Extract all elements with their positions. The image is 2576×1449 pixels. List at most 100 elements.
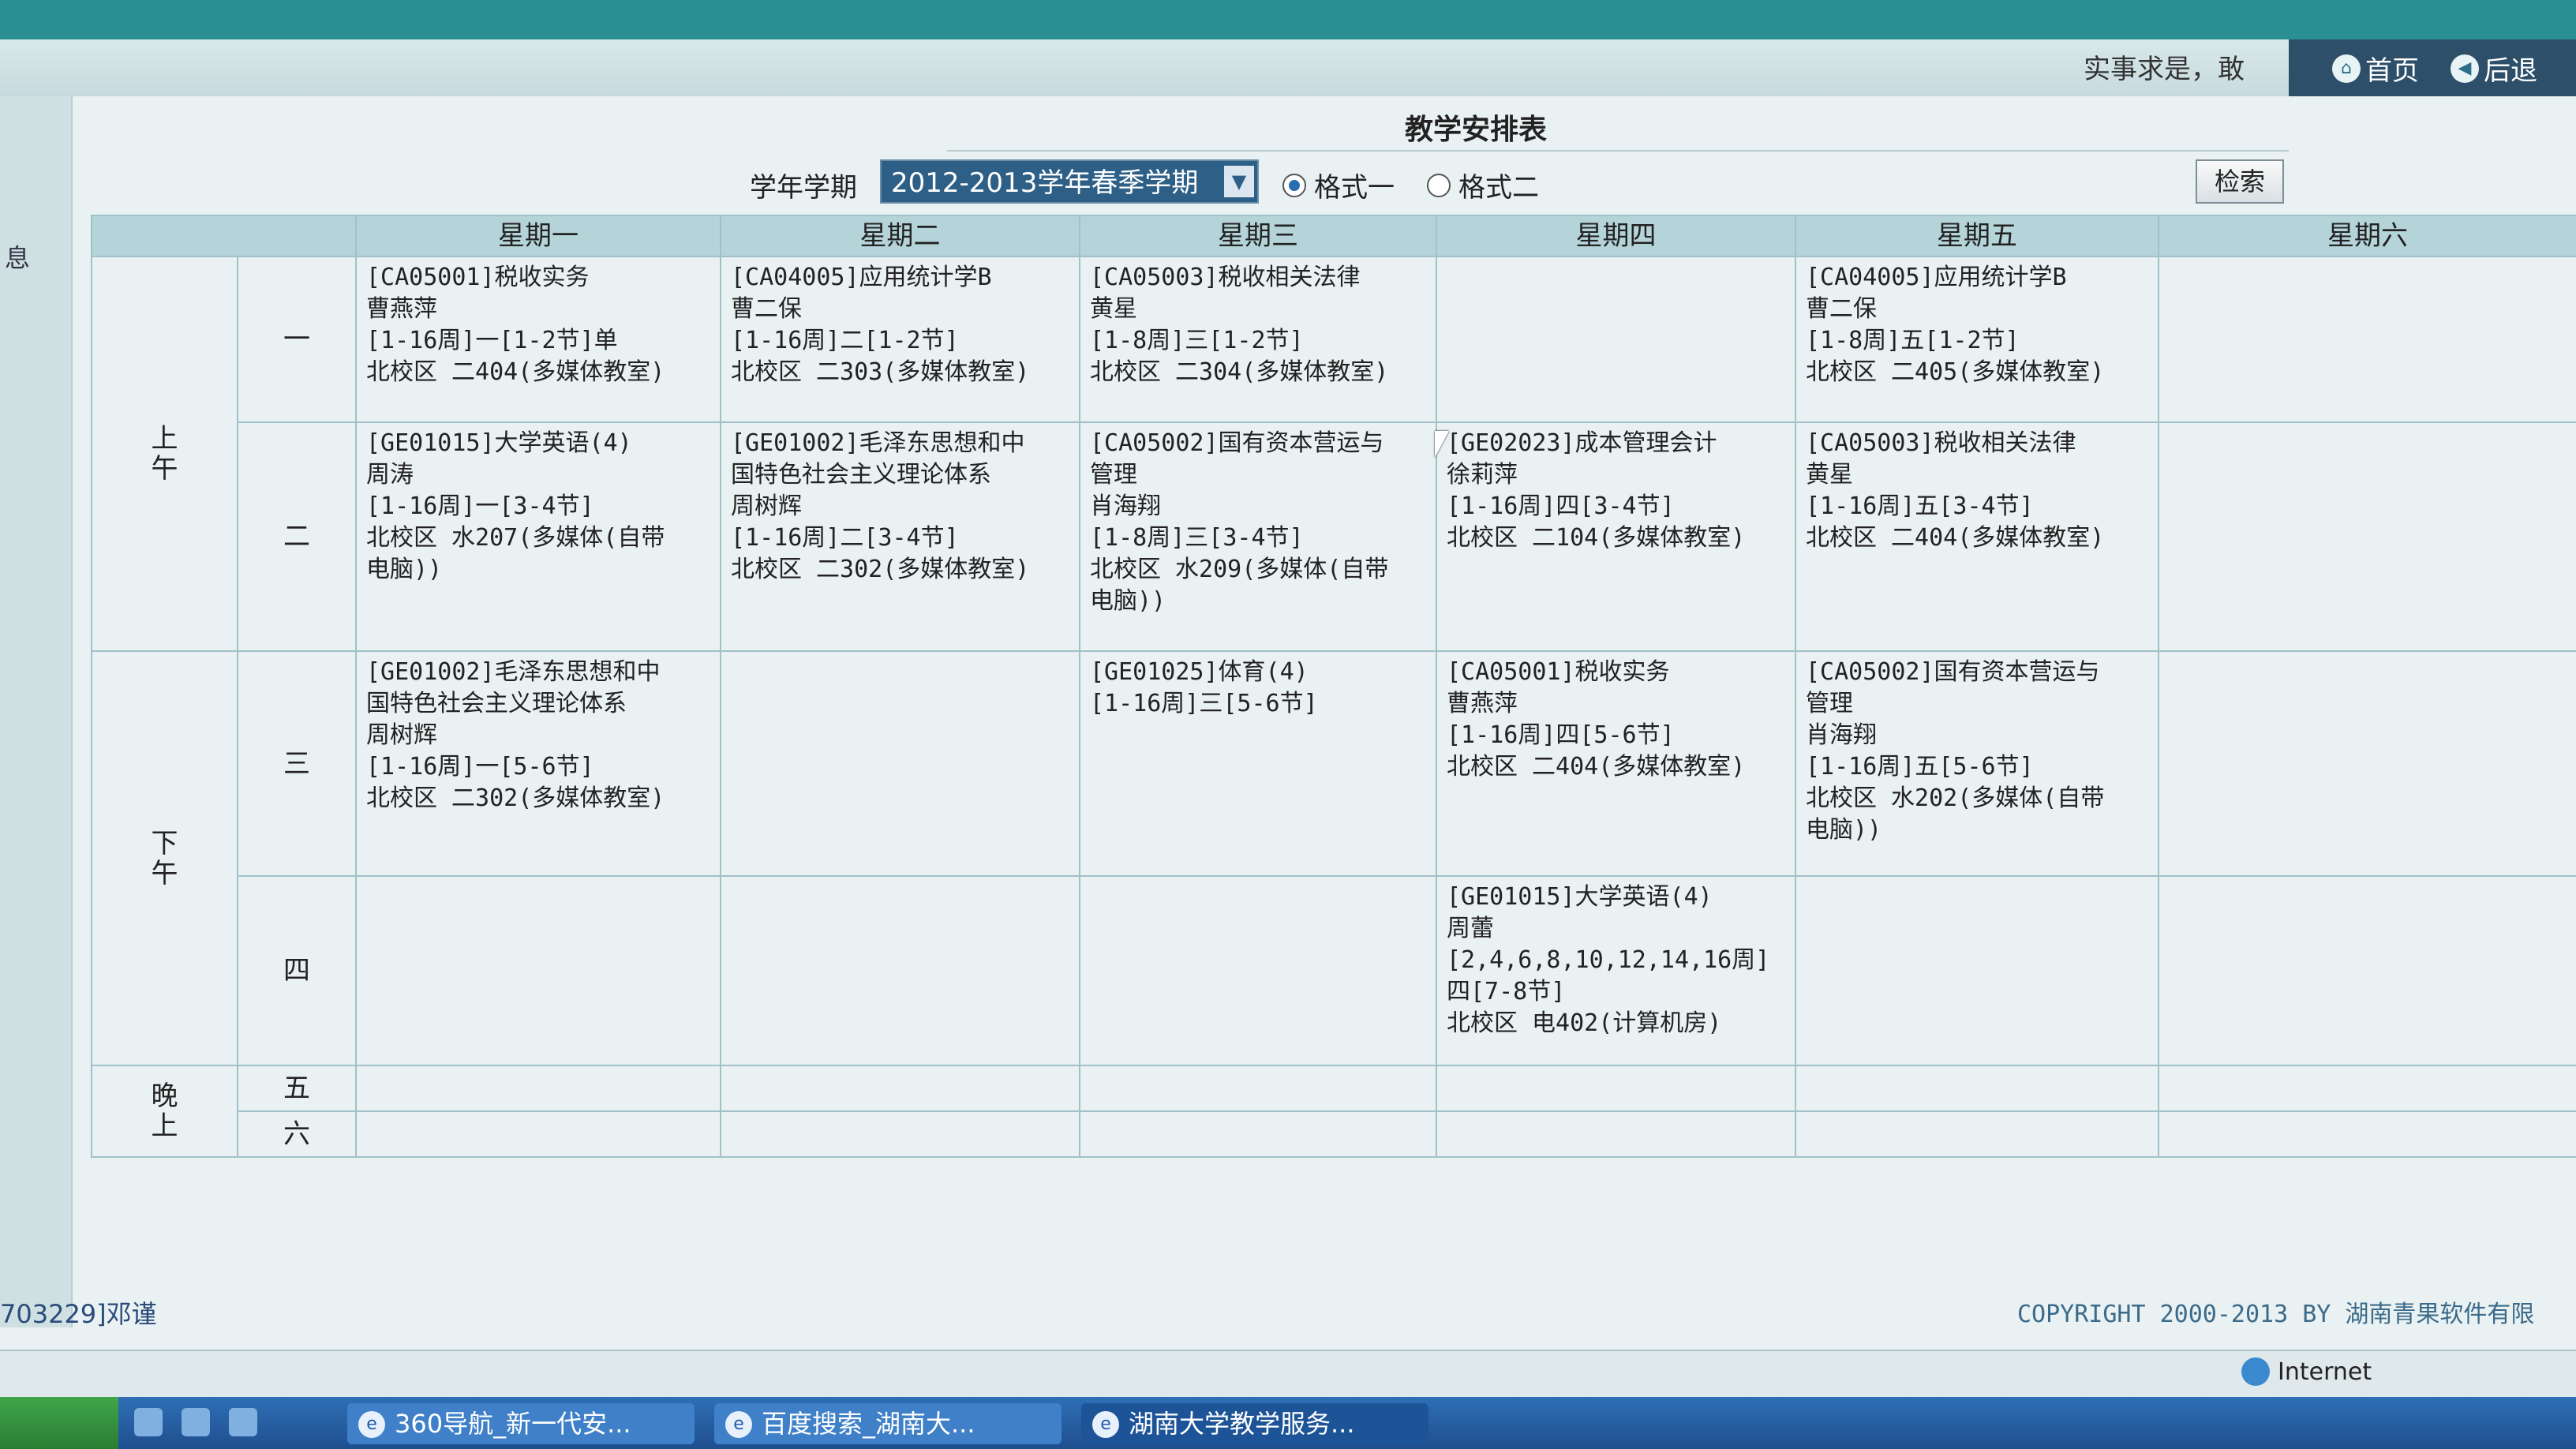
course-cell-line: 曹二保 [1806,295,1877,323]
start-button[interactable] [0,1397,118,1449]
course-cell-line: 北校区 电402(计算机房) [1447,1009,1722,1037]
course-cell: [GE01002]毛泽东思想和中 国特色社会主义理论体系 周树辉 [1-16周]一[5… [355,650,721,877]
course-cell-line: [1-16周]二[3-4节] [731,524,959,552]
course-cell-line: 周树辉 [366,721,437,749]
quicklaunch-icon[interactable] [134,1408,163,1436]
course-cell-line: 北校区 水207(多媒体(自带 [366,524,665,552]
empty-cell [720,1110,1080,1158]
empty-cell [355,875,721,1066]
back-button[interactable]: ◀ 后退 [2451,49,2537,88]
course-cell-line: 北校区 二304(多媒体教室) [1090,358,1389,386]
day-header: 星期五 [1795,215,2159,257]
course-cell: [CA04005]应用统计学B 曹二保 [1-8周]五[1-2节] 北校区 二405(… [1795,256,2159,423]
course-cell-line: [GE01002]毛泽东思想和中 [366,658,661,686]
empty-cell [720,650,1080,877]
taskbar-item-label: 百度搜索_湖南大... [762,1409,975,1439]
empty-cell [1079,875,1437,1066]
course-cell-line: 北校区 二303(多媒体教室) [731,358,1030,386]
empty-cell [2158,875,2576,1066]
radio-selected-icon [1282,173,1306,197]
taskbar-item[interactable]: e 百度搜索_湖南大... [714,1403,1061,1444]
quicklaunch-icon[interactable] [229,1408,257,1436]
empty-cell [1079,1110,1437,1158]
course-cell-line: [1-16周]四[5-6节] [1447,721,1675,749]
course-cell-line: 北校区 二104(多媒体教室) [1447,524,1746,552]
schedule-row: 下午三 [GE01002]毛泽东思想和中 国特色社会主义理论体系 周树辉 [1-16周]… [91,650,2576,1066]
course-cell-line: [1-16周]二[1-2节] [731,327,959,354]
period-number: 四 [237,875,357,1066]
format2-label: 格式二 [1458,172,1539,204]
course-cell: [GE01002]毛泽东思想和中 国特色社会主义理论体系 周树辉 [1-16周]二[3… [720,421,1080,652]
course-cell-line: 周树辉 [731,492,802,520]
empty-cell [1436,1065,1796,1112]
home-icon: ⌂ [2332,54,2361,83]
period-number: 五 [237,1065,357,1112]
format2-radio[interactable]: 格式二 [1427,166,1539,204]
home-button[interactable]: ⌂ 首页 [2332,49,2419,88]
course-cell-line: [GE01015]大学英语(4) [1447,883,1713,911]
course-cell-line: [CA05001]税收实务 [1447,658,1670,686]
empty-cell [2158,256,2576,423]
period-number: 二 [237,421,357,652]
sidebar-fragment: 息 [5,243,31,273]
empty-cell [1795,1065,2159,1112]
course-cell-line: 北校区 水209(多媒体(自带 [1090,556,1389,583]
quicklaunch-icon[interactable] [182,1408,210,1436]
search-button[interactable]: 检索 [2196,159,2284,204]
user-status: 703229]邓谨 [0,1299,157,1329]
schedule-row: 晚上五 [91,1065,2576,1158]
empty-cell [2158,1065,2576,1112]
schedule-table: 星期一 星期二 星期三 星期四 星期五 星期六 上午一 [CA05001]税收实务… [91,215,2576,1158]
course-cell-line: 北校区 水202(多媒体(自带 [1806,784,2105,812]
course-cell-line: [1-16周]一[1-2节]单 [366,327,618,354]
course-cell-line: [1-8周]三[1-2节] [1090,327,1304,354]
ie-icon: e [1092,1411,1119,1438]
course-cell-line: 黄星 [1806,461,1853,489]
taskbar: e 360导航_新一代安... e 百度搜索_湖南大... e 湖南大学教学服务… [0,1397,2576,1449]
school-motto: 实事求是，敢 [2084,54,2245,85]
security-zone: Internet [2241,1357,2372,1386]
course-cell-line: 周蕾 [1447,915,1494,942]
course-cell: [CA05001]税收实务 曹燕萍 [1-16周]四[5-6节] 北校区 二404(多… [1436,650,1796,877]
course-cell-line: [1-16周]五[3-4节] [1806,492,2034,520]
course-cell: [CA04005]应用统计学B 曹二保 [1-16周]二[1-2节] 北校区 二303… [720,256,1080,423]
globe-icon [2241,1357,2270,1386]
taskbar-item[interactable]: e 360导航_新一代安... [347,1403,695,1444]
day-header-row: 星期一 星期二 星期三 星期四 星期五 星期六 [91,215,2576,257]
course-cell-line: [GE02023]成本管理会计 [1447,429,1717,457]
course-cell-line: 四[7-8节] [1447,978,1566,1005]
course-cell-line: 北校区 二302(多媒体教室) [366,784,665,812]
course-cell-line: 电脑)) [366,556,443,583]
term-select[interactable]: 2012-2013学年春季学期 ▼ [880,159,1259,204]
course-cell: [CA05003]税收相关法律 黄星 [1-16周]五[3-4节] 北校区 二404(… [1795,421,2159,652]
course-cell-line: [1-16周]五[5-6节] [1806,753,2034,781]
empty-cell [720,875,1080,1066]
course-cell: [CA05002]国有资本营运与 管理 肖海翔 [1-8周]三[3-4节] 北校区 水2… [1079,421,1437,652]
schedule-row: 六 [92,1110,2576,1158]
period-number: 三 [237,650,357,877]
radio-unselected-icon [1427,173,1451,197]
empty-cell [1795,1110,2159,1158]
empty-cell [720,1065,1080,1112]
schedule-row: 二 [GE01015]大学英语(4) 周涛 [1-16周]一[3-4节] 北校区 水20… [92,421,2576,652]
course-cell-line: 国特色社会主义理论体系 [366,690,627,717]
course-cell-line: 北校区 二302(多媒体教室) [731,556,1030,583]
day-header: 星期四 [1436,215,1796,257]
title-divider [947,150,2289,152]
taskbar-item[interactable]: e 湖南大学教学服务... [1081,1403,1428,1444]
format1-radio[interactable]: 格式一 [1282,166,1395,204]
period-group-afternoon: 下午 [91,650,238,1066]
ie-icon: e [358,1411,385,1438]
course-cell-line: 管理 [1806,690,1853,717]
mouse-cursor-icon [1435,431,1449,458]
course-cell-line: [1-16周]三[5-6节] [1090,690,1318,717]
course-cell-line: 电脑)) [1090,587,1166,615]
course-cell: [GE02023]成本管理会计 徐莉萍 [1-16周]四[3-4节] 北校区 二104… [1436,421,1796,652]
course-cell-line: [CA05003]税收相关法律 [1806,429,2076,457]
course-cell-line: 肖海翔 [1806,721,1877,749]
empty-cell [355,1110,721,1158]
course-cell-line: 管理 [1090,461,1137,489]
course-cell-line: [CA04005]应用统计学B [731,264,992,291]
chevron-down-icon[interactable]: ▼ [1224,166,1254,197]
course-cell-line: 北校区 二404(多媒体教室) [366,358,665,386]
